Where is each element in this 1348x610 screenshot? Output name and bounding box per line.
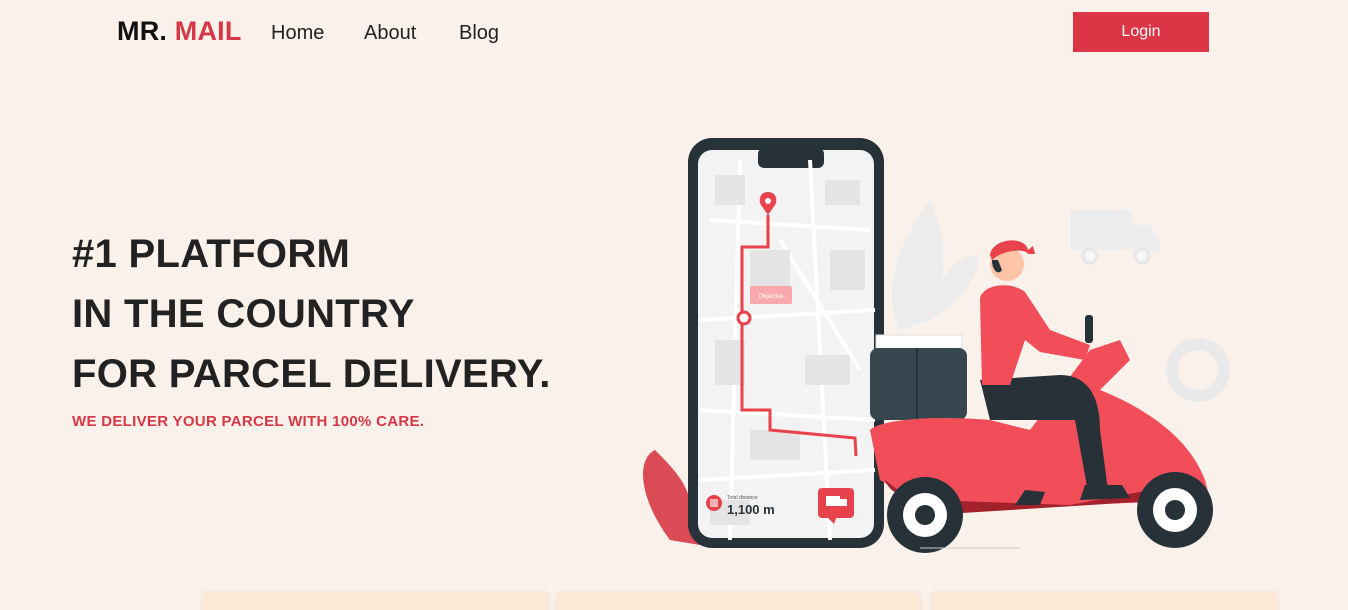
- brand-logo[interactable]: MR. MAIL: [117, 16, 242, 47]
- distance-value: 1,100 m: [727, 502, 775, 517]
- nav-home[interactable]: Home: [271, 22, 324, 45]
- hero-subtitle: WE DELIVER YOUR PARCEL WITH 100% CARE.: [72, 413, 425, 430]
- navbar: MR. MAIL Home About Blog Login: [0, 0, 1348, 66]
- hero-title-line2: IN THE COUNTRY: [72, 292, 415, 336]
- brand-part2: MAIL: [174, 16, 242, 46]
- hero-title-line3: FOR PARCEL DELIVERY.: [72, 352, 551, 396]
- delivery-illustration: Objective Total distance 1,100 m: [643, 138, 1230, 553]
- brand-part1: MR.: [117, 16, 168, 46]
- feature-card-3: [932, 593, 1278, 610]
- map-label: Objective: [758, 294, 784, 300]
- distance-label: Total distance: [727, 495, 758, 501]
- feature-card-1: [202, 593, 548, 610]
- login-button[interactable]: Login: [1073, 12, 1209, 52]
- nav-blog[interactable]: Blog: [459, 22, 499, 45]
- truck-icon: [826, 496, 840, 506]
- hero-title-line1: #1 PLATFORM: [72, 232, 351, 276]
- nav-about[interactable]: About: [364, 22, 416, 45]
- feature-card-2: [557, 593, 921, 610]
- truck-outline-icon: [1070, 210, 1160, 265]
- phone-mockup: Objective Total distance 1,100 m: [688, 138, 884, 548]
